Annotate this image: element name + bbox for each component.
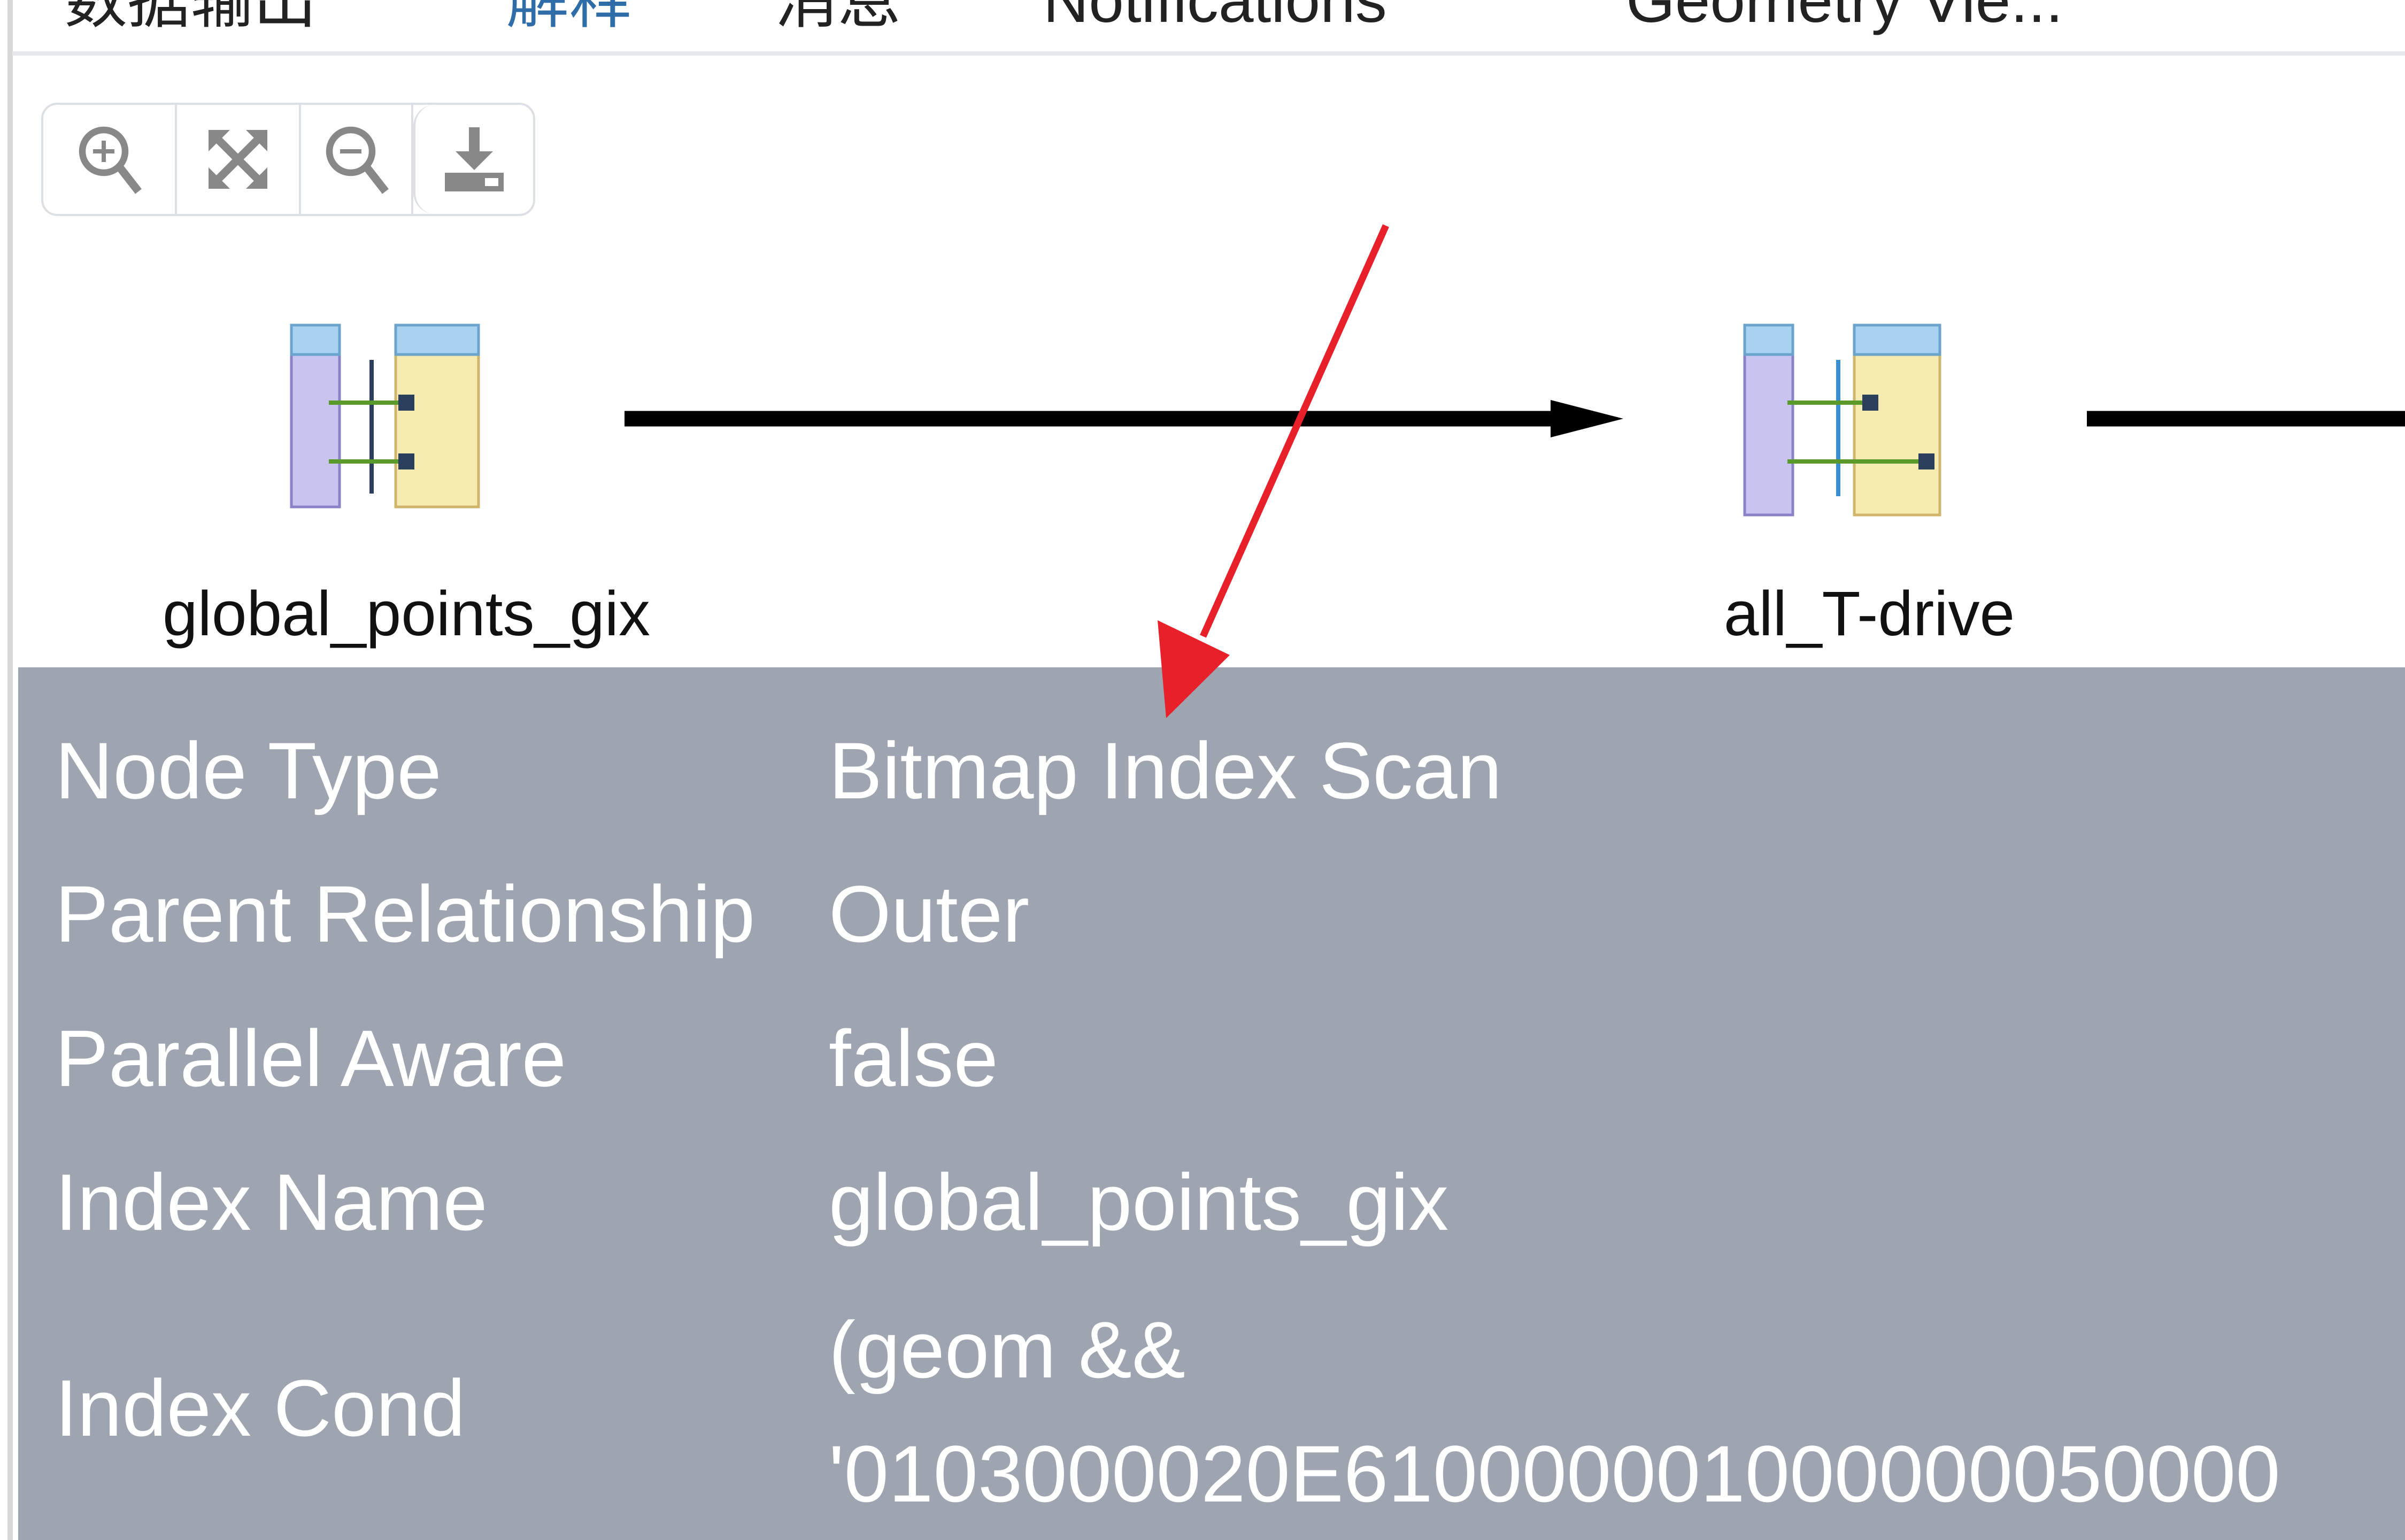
detail-label: Parent Relationship [55, 869, 756, 959]
arrowhead [1551, 400, 1623, 437]
detail-label: Node Type [55, 726, 442, 815]
detail-label: Parallel Aware [55, 1013, 567, 1103]
detail-label: Index Cond [55, 1363, 466, 1453]
detail-label: Index Name [55, 1157, 488, 1247]
detail-value: '0103000020E610000001000000050000 [829, 1429, 2280, 1519]
detail-value: (geom && [829, 1305, 1185, 1395]
detail-value: Outer [829, 869, 1030, 959]
detail-value: Bitmap Index Scan [829, 726, 1502, 815]
node-icon-global-points-gix[interactable] [290, 324, 480, 509]
detail-value: global_points_gix [829, 1157, 1449, 1247]
node-label: all_T-drive [1723, 579, 2015, 649]
detail-value: false [829, 1013, 998, 1103]
node-details-tooltip: Node Type Bitmap Index Scan Parent Relat… [18, 667, 2405, 1540]
node-label: global_points_gix [163, 579, 650, 649]
node-icon-all-t-drive[interactable] [1743, 324, 1941, 517]
